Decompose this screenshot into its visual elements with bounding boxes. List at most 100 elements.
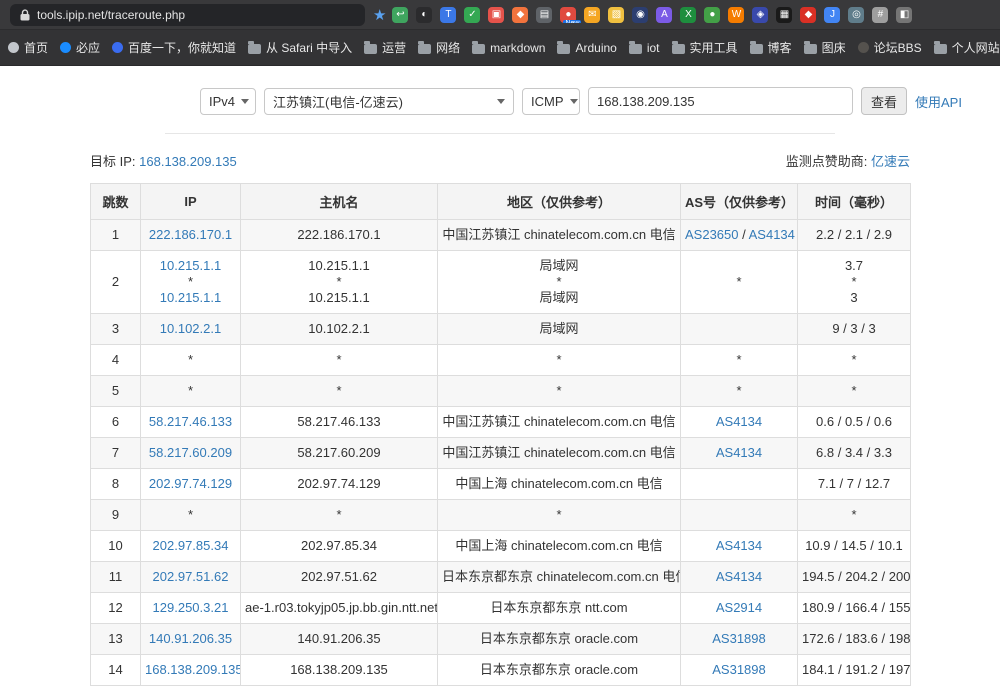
host-cell: ae-1.r03.tokyjp05.jp.bb.gin.ntt.net xyxy=(241,593,438,624)
traceroute-header-row: 跳数IP主机名地区（仅供参考）AS号（仅供参考）时间（毫秒） xyxy=(91,184,911,220)
asn-cell: * xyxy=(681,376,798,407)
asn-link[interactable]: AS31898 xyxy=(712,631,766,646)
extension-gray-box[interactable]: ▤ xyxy=(536,7,552,23)
bookmark-item[interactable]: 百度一下，你就知道 xyxy=(112,39,236,56)
hop-cell: 10 xyxy=(91,531,141,562)
bookmark-item[interactable]: 网络 xyxy=(418,39,460,56)
probe-node-select[interactable]: 江苏镇江(电信-亿速云) xyxy=(264,88,514,115)
bookmark-item[interactable]: 必应 xyxy=(60,39,100,56)
extension-gray-tally[interactable]: # xyxy=(872,7,888,23)
extension-green-arrow[interactable]: ↩ xyxy=(392,7,408,23)
ip-version-select[interactable]: IPv4 xyxy=(200,88,256,115)
extension-green-check[interactable]: ✓ xyxy=(464,7,480,23)
asn-link[interactable]: AS4134 xyxy=(749,227,795,242)
extension-navy-dot[interactable]: ◉ xyxy=(632,7,648,23)
region-cell: 日本东京都东京 oracle.com xyxy=(438,655,681,686)
bookmark-item[interactable]: 从 Safari 中导入 xyxy=(248,39,352,56)
asn-link[interactable]: AS4134 xyxy=(716,569,762,584)
asn-link[interactable]: AS4134 xyxy=(716,414,762,429)
time-cell: 3.7*3 xyxy=(798,251,911,314)
bookmark-label: 个人网站事宜 xyxy=(952,39,1000,56)
extension-gray-puzzle[interactable]: ◧ xyxy=(896,7,912,23)
asn-cell xyxy=(681,469,798,500)
url-bar[interactable]: tools.ipip.net/traceroute.php xyxy=(10,4,365,26)
bookmark-item[interactable]: 首页 xyxy=(8,39,48,56)
bookmark-item[interactable]: 图床 xyxy=(804,39,846,56)
bookmark-label: 必应 xyxy=(76,39,100,56)
column-header: 时间（毫秒） xyxy=(798,184,911,220)
bookmark-item[interactable]: 运营 xyxy=(364,39,406,56)
hop-cell: 9 xyxy=(91,500,141,531)
asn-link[interactable]: AS23650 xyxy=(685,227,739,242)
ip-link[interactable]: 140.91.206.35 xyxy=(149,631,232,646)
bookmark-label: 百度一下，你就知道 xyxy=(128,39,236,56)
folder-icon xyxy=(750,44,763,54)
column-header: AS号（仅供参考） xyxy=(681,184,798,220)
extension-green-sheet[interactable]: X xyxy=(680,7,696,23)
probe-node-value: 江苏镇江(电信-亿速云) xyxy=(273,92,403,111)
extension-red-mark[interactable]: ◆ xyxy=(800,7,816,23)
ip-link[interactable]: 10.102.2.1 xyxy=(160,321,221,336)
extension-red-new[interactable]: ●New xyxy=(560,7,576,23)
region-cell: 中国江苏镇江 chinatelecom.com.cn 电信 xyxy=(438,438,681,469)
bookmark-item[interactable]: 实用工具 xyxy=(672,39,738,56)
sponsor-link[interactable]: 亿速云 xyxy=(871,154,910,169)
asn-link[interactable]: AS2914 xyxy=(716,600,762,615)
target-ip-input[interactable] xyxy=(588,87,853,115)
extension-blue-translate[interactable]: T xyxy=(440,7,456,23)
lookup-button[interactable]: 查看 xyxy=(861,87,907,115)
bookmark-star-icon[interactable]: ★ xyxy=(373,6,386,24)
extension-dark-circle[interactable]: ◐ xyxy=(416,7,432,23)
hop-cell: 3 xyxy=(91,314,141,345)
bookmark-item[interactable]: 博客 xyxy=(750,39,792,56)
bookmark-item[interactable]: markdown xyxy=(472,41,545,55)
ip-link[interactable]: 202.97.51.62 xyxy=(153,569,229,584)
time-cell: 7.1 / 7 / 12.7 xyxy=(798,469,911,500)
asn-link[interactable]: AS4134 xyxy=(716,445,762,460)
bookmark-label: 运营 xyxy=(382,39,406,56)
ip-link[interactable]: 202.97.85.34 xyxy=(153,538,229,553)
host-cell: * xyxy=(241,345,438,376)
extension-yellow-note[interactable]: ▧ xyxy=(608,7,624,23)
extension-purple-a[interactable]: A xyxy=(656,7,672,23)
extension-black-film[interactable]: ▦ xyxy=(776,7,792,23)
extension-orange-mail[interactable]: ✉ xyxy=(584,7,600,23)
protocol-select[interactable]: ICMP xyxy=(522,88,580,115)
traceroute-row: 210.215.1.1*10.215.1.110.215.1.1*10.215.… xyxy=(91,251,911,314)
extension-eye[interactable]: ◎ xyxy=(848,7,864,23)
bookmark-item[interactable]: iot xyxy=(629,41,660,55)
use-api-link[interactable]: 使用API xyxy=(915,92,962,111)
chevron-down-icon xyxy=(497,99,505,104)
target-ip-summary: 目标 IP: 168.138.209.135 xyxy=(90,151,237,170)
extension-red-frame[interactable]: ▣ xyxy=(488,7,504,23)
bookmark-item[interactable]: Arduino xyxy=(557,41,616,55)
region-cell: 中国江苏镇江 chinatelecom.com.cn 电信 xyxy=(438,220,681,251)
extension-green-dot[interactable]: ● xyxy=(704,7,720,23)
extension-orange-w[interactable]: W xyxy=(728,7,744,23)
time-cell: 10.9 / 14.5 / 10.1 xyxy=(798,531,911,562)
ip-link[interactable]: 10.215.1.1 xyxy=(160,258,221,273)
ip-cell: * xyxy=(141,345,241,376)
hop-cell: 13 xyxy=(91,624,141,655)
extension-blue-j[interactable]: J xyxy=(824,7,840,23)
extension-orange-flame[interactable]: ◆ xyxy=(512,7,528,23)
asn-link[interactable]: AS4134 xyxy=(716,538,762,553)
bookmark-item[interactable]: 个人网站事宜 xyxy=(934,39,1000,56)
extension-navy-shield[interactable]: ◈ xyxy=(752,7,768,23)
ip-link[interactable]: 202.97.74.129 xyxy=(149,476,232,491)
ip-link[interactable]: 10.215.1.1 xyxy=(160,290,221,305)
region-cell: 日本东京都东京 chinatelecom.com.cn 电信 xyxy=(438,562,681,593)
asn-link[interactable]: AS31898 xyxy=(712,662,766,677)
ip-link[interactable]: 129.250.3.21 xyxy=(153,600,229,615)
ip-link[interactable]: 58.217.60.209 xyxy=(149,445,232,460)
host-cell: 58.217.60.209 xyxy=(241,438,438,469)
traceroute-row: 12129.250.3.21ae-1.r03.tokyjp05.jp.bb.gi… xyxy=(91,593,911,624)
folder-icon xyxy=(629,44,642,54)
folder-icon xyxy=(557,44,570,54)
region-cell: 局域网*局域网 xyxy=(438,251,681,314)
bookmark-item[interactable]: 论坛BBS xyxy=(858,39,922,56)
ip-link[interactable]: 222.186.170.1 xyxy=(149,227,232,242)
ip-link[interactable]: 58.217.46.133 xyxy=(149,414,232,429)
ip-link[interactable]: 168.138.209.135 xyxy=(145,662,241,677)
target-ip-link[interactable]: 168.138.209.135 xyxy=(139,154,237,169)
